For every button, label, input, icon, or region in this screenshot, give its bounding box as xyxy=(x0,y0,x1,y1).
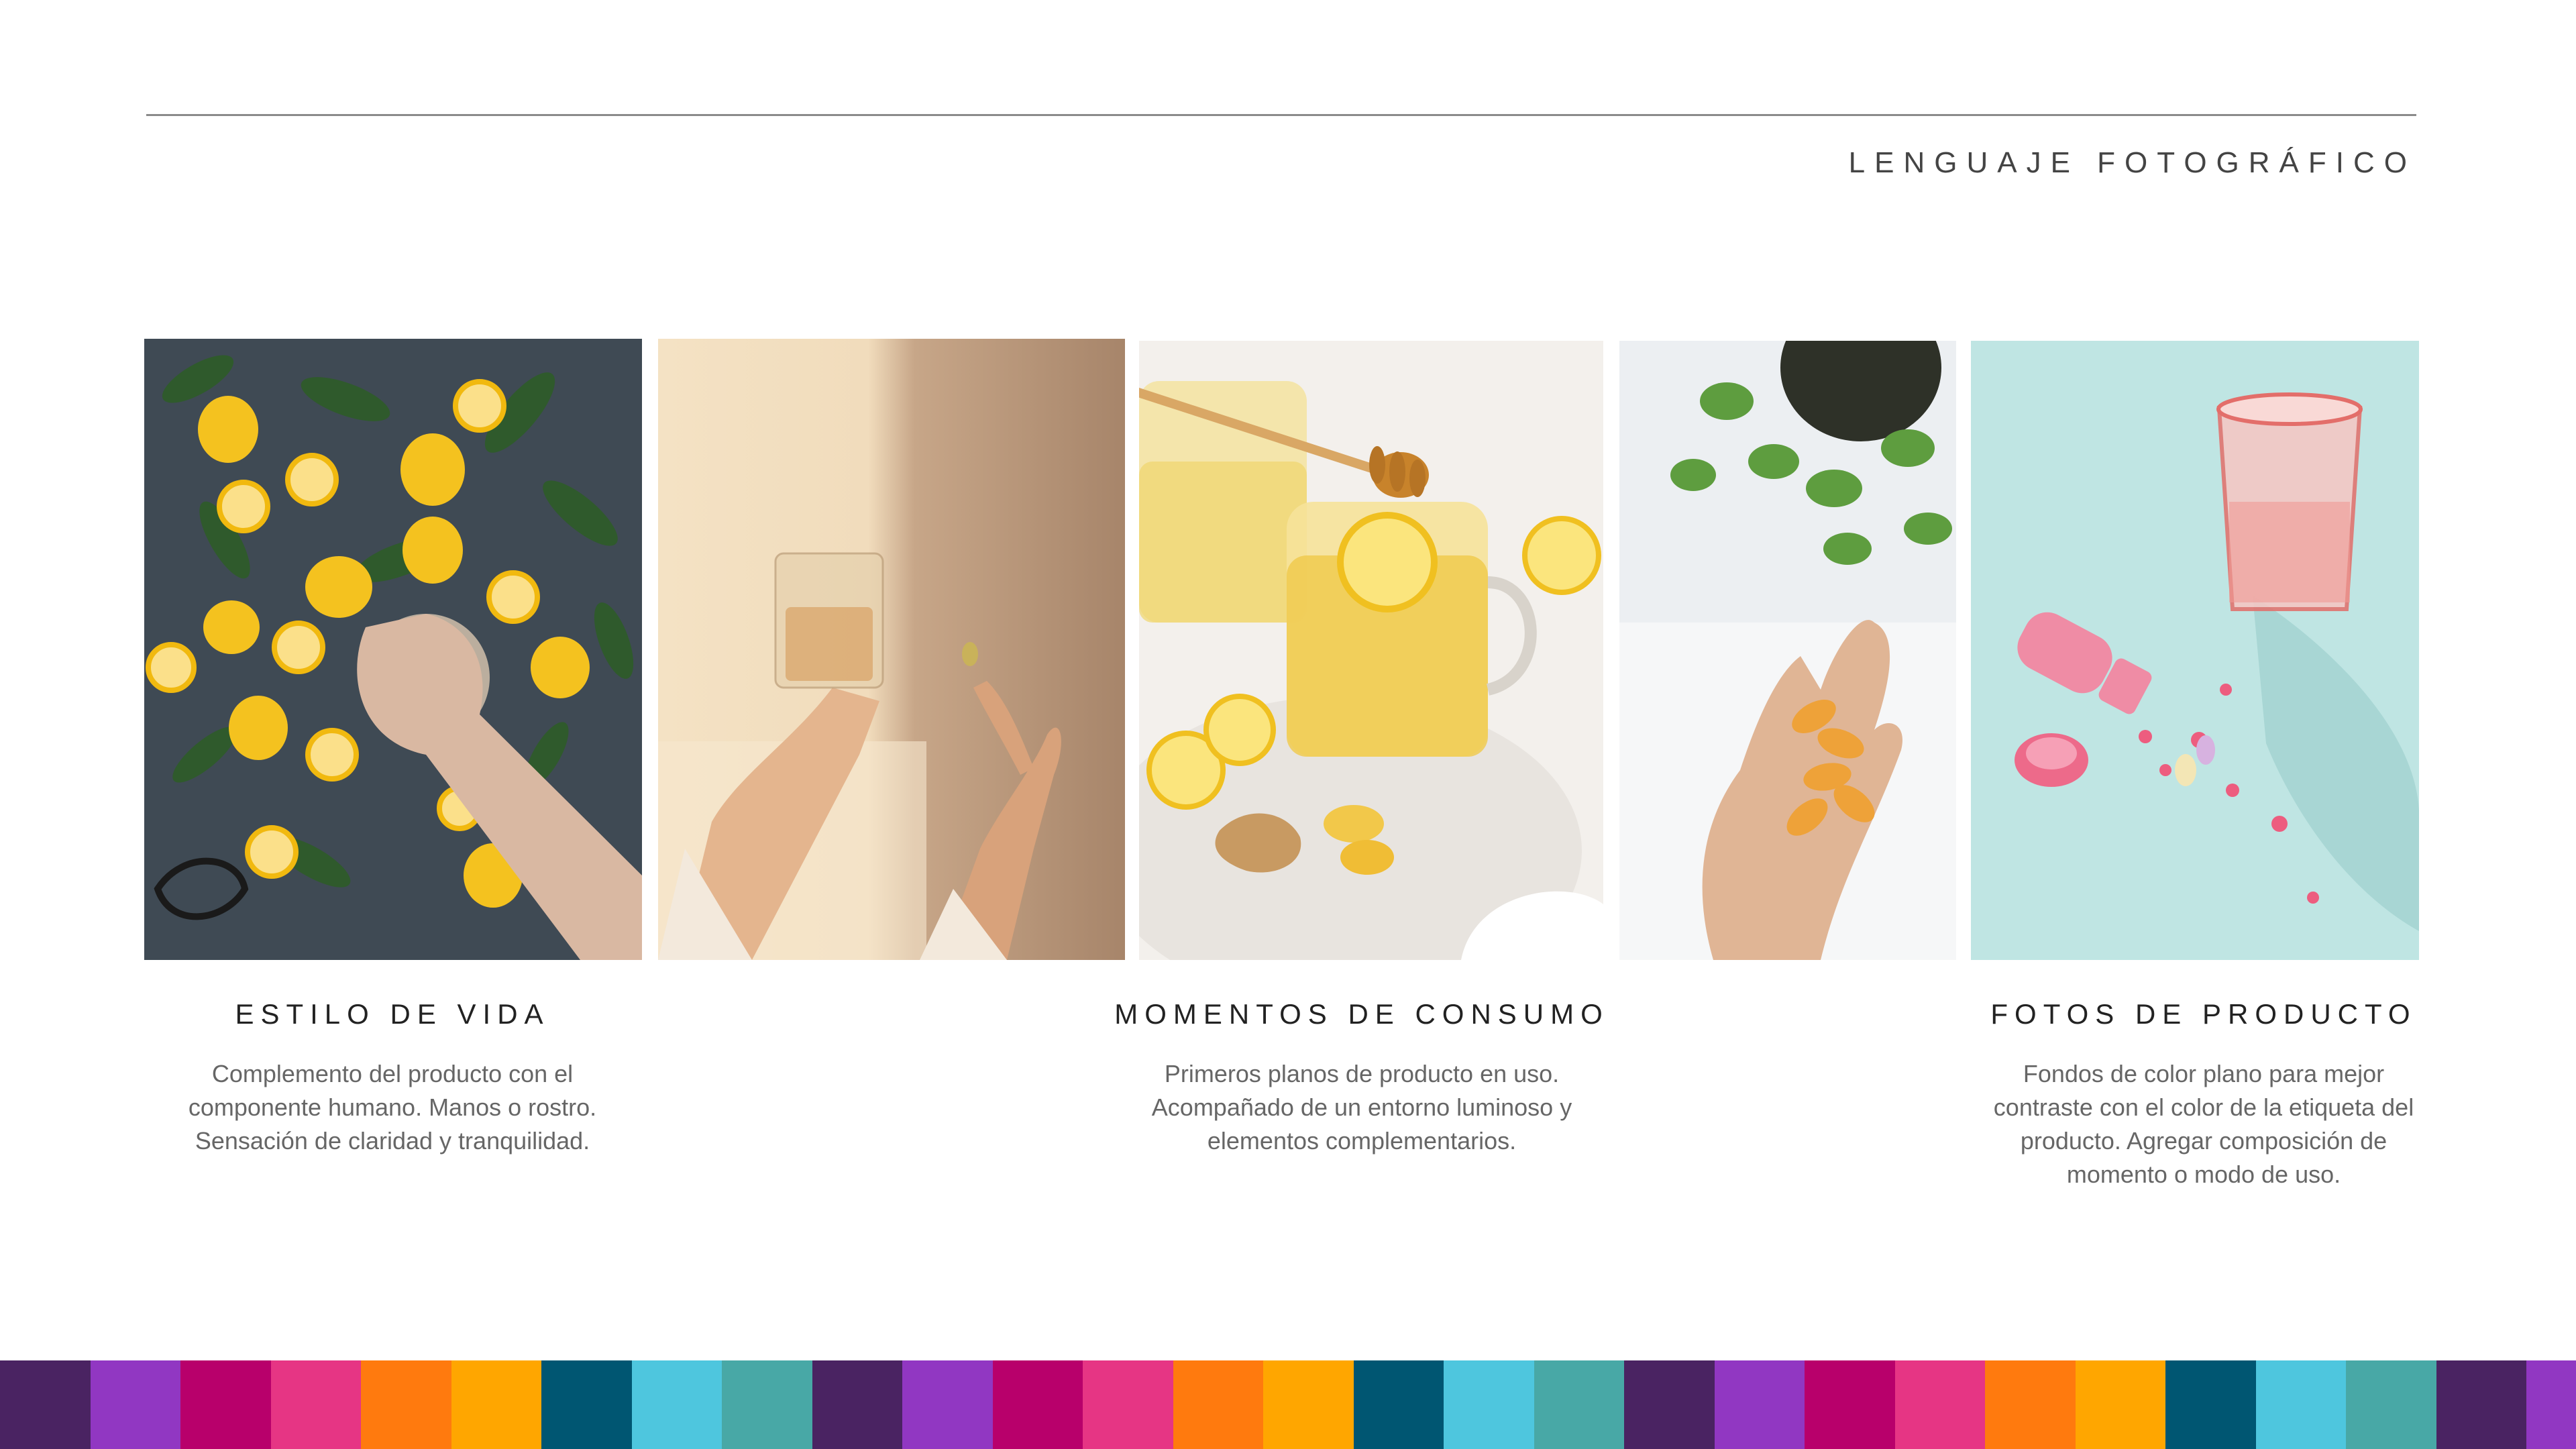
color-stripe xyxy=(992,1360,1083,1449)
color-stripe xyxy=(1624,1360,1715,1449)
color-stripe xyxy=(180,1360,271,1449)
color-stripe xyxy=(2526,1360,2576,1449)
color-stripe xyxy=(1534,1360,1624,1449)
section-lifestyle: ESTILO DE VIDA Complemento del producto … xyxy=(154,998,631,1158)
color-stripe xyxy=(451,1360,541,1449)
section-description: Primeros planos de producto en uso. Acom… xyxy=(1100,1057,1623,1158)
color-stripe xyxy=(1714,1360,1805,1449)
description-line: Sensación de claridad y tranquilidad. xyxy=(195,1127,590,1155)
section-description: Complemento del producto con el componen… xyxy=(154,1057,631,1158)
color-stripe xyxy=(1894,1360,1985,1449)
description-line: momento o modo de uso. xyxy=(2066,1161,2341,1188)
color-stripe xyxy=(1263,1360,1354,1449)
color-stripe xyxy=(1805,1360,1895,1449)
color-stripe xyxy=(2255,1360,2346,1449)
section-heading: FOTOS DE PRODUCTO xyxy=(1990,998,2417,1030)
color-stripe xyxy=(902,1360,993,1449)
color-stripe xyxy=(541,1360,632,1449)
header-rule xyxy=(146,114,2416,116)
color-stripe xyxy=(2075,1360,2165,1449)
lifestyle-hand-glass-photo xyxy=(658,339,1125,960)
consumption-tea-honey-photo xyxy=(1139,341,1603,960)
description-line: contraste con el color de la etiqueta de… xyxy=(1993,1093,2414,1121)
color-stripe xyxy=(2346,1360,2436,1449)
description-line: Fondos de color plano para mejor xyxy=(2023,1060,2385,1087)
color-stripe xyxy=(361,1360,451,1449)
consumption-capsules-photo xyxy=(1619,341,1956,960)
color-stripe xyxy=(1173,1360,1263,1449)
description-line: elementos complementarios. xyxy=(1207,1127,1517,1155)
description-line: Primeros planos de producto en uso. xyxy=(1164,1060,1560,1087)
color-stripe xyxy=(1353,1360,1444,1449)
color-stripe xyxy=(0,1360,91,1449)
color-stripe xyxy=(812,1360,902,1449)
color-stripe-band xyxy=(0,1360,2576,1449)
color-stripe xyxy=(1444,1360,1534,1449)
color-stripe xyxy=(1083,1360,1173,1449)
product-pills-glass-photo xyxy=(1971,341,2419,960)
color-stripe xyxy=(722,1360,812,1449)
color-stripe xyxy=(90,1360,180,1449)
color-stripe xyxy=(270,1360,361,1449)
color-stripe xyxy=(631,1360,722,1449)
description-line: componente humano. Manos o rostro. xyxy=(188,1093,597,1121)
section-description: Fondos de color plano para mejor contras… xyxy=(1972,1057,2435,1191)
lifestyle-lemons-photo xyxy=(144,339,642,960)
color-stripe xyxy=(2436,1360,2526,1449)
color-stripe xyxy=(2165,1360,2256,1449)
section-heading: ESTILO DE VIDA xyxy=(235,998,550,1030)
description-line: Complemento del producto con el xyxy=(211,1060,574,1087)
description-line: producto. Agregar composición de xyxy=(2020,1127,2387,1155)
section-product: FOTOS DE PRODUCTO Fondos de color plano … xyxy=(1972,998,2435,1191)
section-heading: MOMENTOS DE CONSUMO xyxy=(1114,998,1609,1030)
section-consumption: MOMENTOS DE CONSUMO Primeros planos de p… xyxy=(1100,998,1623,1158)
description-line: Acompañado de un entorno luminoso y xyxy=(1151,1093,1572,1121)
color-stripe xyxy=(1985,1360,2076,1449)
page-title: LENGUAJE FOTOGRÁFICO xyxy=(1848,146,2416,179)
